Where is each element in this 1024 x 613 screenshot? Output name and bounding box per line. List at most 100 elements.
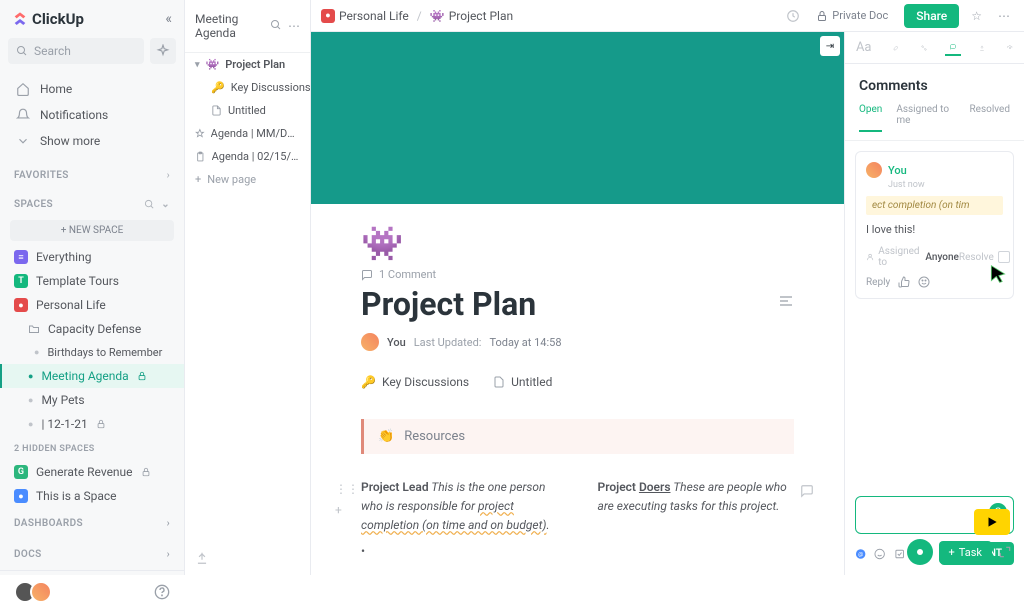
export-icon[interactable]	[195, 551, 209, 565]
ai-button[interactable]	[150, 38, 176, 64]
comment-highlighted-text: ect completion (on tim	[866, 196, 1003, 215]
thumbs-up-icon[interactable]	[898, 276, 910, 288]
sidebar-footer	[0, 570, 184, 613]
col-project-lead[interactable]: Project Lead This is the one person who …	[361, 478, 558, 561]
avatar-stack[interactable]	[14, 581, 52, 603]
record-button[interactable]	[907, 539, 933, 565]
space-my-pets[interactable]: ● My Pets	[0, 388, 184, 412]
space-capacity-defense[interactable]: Capacity Defense	[0, 317, 184, 341]
tool-settings-icon[interactable]	[1003, 41, 1017, 55]
col-project-doers[interactable]: Project Doers These are people who are e…	[598, 478, 795, 561]
doc-title[interactable]: Project Plan	[361, 285, 536, 323]
lock-icon	[137, 371, 147, 381]
tool-edit-icon[interactable]	[889, 41, 903, 55]
comment-bubble-icon[interactable]	[800, 484, 814, 498]
space-meeting-agenda[interactable]: ● Meeting Agenda	[0, 364, 184, 388]
more-icon[interactable]: ⋯	[994, 5, 1014, 27]
logo[interactable]: ClickUp	[12, 10, 84, 28]
document-area: ⇥ 👾 1 Comment Project Plan	[311, 32, 844, 575]
outline-new-page[interactable]: + New page	[185, 168, 310, 191]
tool-export-icon[interactable]	[975, 41, 989, 55]
help-icon[interactable]	[154, 584, 170, 600]
doc-nav-title: Meeting Agenda	[195, 12, 270, 40]
two-column-block: ⋮⋮ + Project Lead This is the one person…	[361, 478, 794, 561]
task-icon[interactable]	[894, 547, 905, 561]
main-area: ● Personal Life / 👾 Project Plan Private…	[311, 0, 1024, 575]
emoji-icon[interactable]	[874, 547, 885, 561]
nav-notifications[interactable]: Notifications	[0, 102, 184, 128]
new-task-button[interactable]: +Task	[939, 541, 992, 564]
breadcrumb-space[interactable]: ● Personal Life	[321, 9, 409, 23]
home-icon	[16, 82, 30, 96]
hero-banner[interactable]: ⇥	[311, 32, 844, 204]
outline-untitled[interactable]: Untitled	[185, 99, 310, 122]
doc-emoji-icon[interactable]: 👾	[361, 224, 399, 262]
subpage-key-discussions[interactable]: 🔑Key Discussions	[361, 375, 469, 389]
doc-meta: You Last Updated: Today at 14:58	[361, 333, 794, 351]
tool-relations-icon[interactable]	[917, 41, 931, 55]
page-icon	[211, 105, 222, 116]
docs-header[interactable]: DOCS›	[0, 539, 184, 570]
emoji-icon[interactable]	[918, 276, 930, 288]
space-everything[interactable]: ≡ Everything	[0, 245, 184, 269]
list-toggle-icon[interactable]	[778, 293, 794, 309]
space-generate-revenue[interactable]: G Generate Revenue	[0, 460, 184, 484]
resolve-checkbox[interactable]	[998, 251, 1010, 263]
share-button[interactable]: Share	[904, 4, 959, 28]
tool-comments-icon[interactable]	[945, 40, 961, 56]
topbar: ● Personal Life / 👾 Project Plan Private…	[311, 0, 1024, 32]
outline-key-discussions[interactable]: 🔑 Key Discussions	[185, 76, 310, 99]
pin-icon	[195, 128, 205, 139]
search-input[interactable]: Search	[8, 38, 144, 64]
comment-avatar	[866, 162, 882, 178]
collapse-sidebar-icon[interactable]: «	[165, 11, 172, 27]
hidden-spaces-header[interactable]: 2 HIDDEN SPACES	[0, 436, 184, 460]
subpage-untitled[interactable]: Untitled	[493, 375, 552, 389]
space-personal-life[interactable]: ● Personal Life	[0, 293, 184, 317]
space-birthdays[interactable]: ● Birthdays to Remember	[0, 341, 184, 364]
more-icon[interactable]: ⋯	[288, 19, 300, 33]
author-avatar[interactable]	[361, 333, 379, 351]
svg-text:@: @	[858, 551, 863, 557]
comment-count[interactable]: 1 Comment	[361, 268, 536, 281]
outline-agenda1[interactable]: Agenda | MM/DD/YY	[185, 122, 310, 145]
spaces-header[interactable]: SPACES ⌄	[0, 187, 184, 216]
space-template-tours[interactable]: T Template Tours	[0, 269, 184, 293]
search-icon[interactable]	[270, 19, 282, 31]
play-button[interactable]	[974, 509, 1010, 535]
cursor-icon	[988, 264, 1008, 284]
tab-assigned[interactable]: Assigned to me	[896, 104, 955, 132]
outline-agenda2[interactable]: Agenda | 02/15/21	[185, 145, 310, 168]
tab-open[interactable]: Open	[859, 104, 882, 132]
outline-project-plan[interactable]: ▾ 👾 Project Plan	[185, 53, 310, 76]
mention-icon[interactable]: @	[855, 547, 866, 561]
user-icon	[866, 252, 874, 262]
clickup-logo-icon	[12, 11, 28, 27]
history-icon[interactable]	[786, 9, 800, 23]
comment-icon	[361, 269, 373, 281]
resolve-button[interactable]: Resolve	[959, 252, 994, 263]
add-block-icon[interactable]: +	[335, 501, 359, 520]
clipboard-icon	[195, 151, 206, 162]
star-icon[interactable]: ☆	[967, 5, 986, 27]
dashboards-header[interactable]: DASHBOARDS›	[0, 508, 184, 539]
tool-text[interactable]: Aa	[852, 36, 876, 59]
resources-callout[interactable]: 👏 Resources	[361, 419, 794, 454]
expand-icon[interactable]	[998, 545, 1012, 559]
tab-resolved[interactable]: Resolved	[970, 104, 1010, 132]
private-doc-button[interactable]: Private Doc	[808, 5, 896, 26]
space-this-is-a-space[interactable]: ● This is a Space	[0, 484, 184, 508]
reply-button[interactable]: Reply	[866, 277, 890, 288]
nav-home[interactable]: Home	[0, 76, 184, 102]
nav-show-more[interactable]: Show more	[0, 128, 184, 154]
expand-button[interactable]: ⇥	[820, 36, 840, 56]
brand-name: ClickUp	[32, 10, 84, 28]
favorites-header[interactable]: FAVORITES ›	[0, 158, 184, 187]
right-toolbar: Aa	[845, 32, 1024, 64]
new-space-button[interactable]: + NEW SPACE	[10, 220, 174, 241]
breadcrumb-page[interactable]: 👾 Project Plan	[430, 9, 513, 23]
chevron-down-icon	[16, 134, 30, 148]
space-twelve[interactable]: ● | 12-1-21	[0, 412, 184, 436]
drag-handle-icon[interactable]: ⋮⋮	[335, 480, 359, 499]
page-icon	[493, 376, 505, 388]
